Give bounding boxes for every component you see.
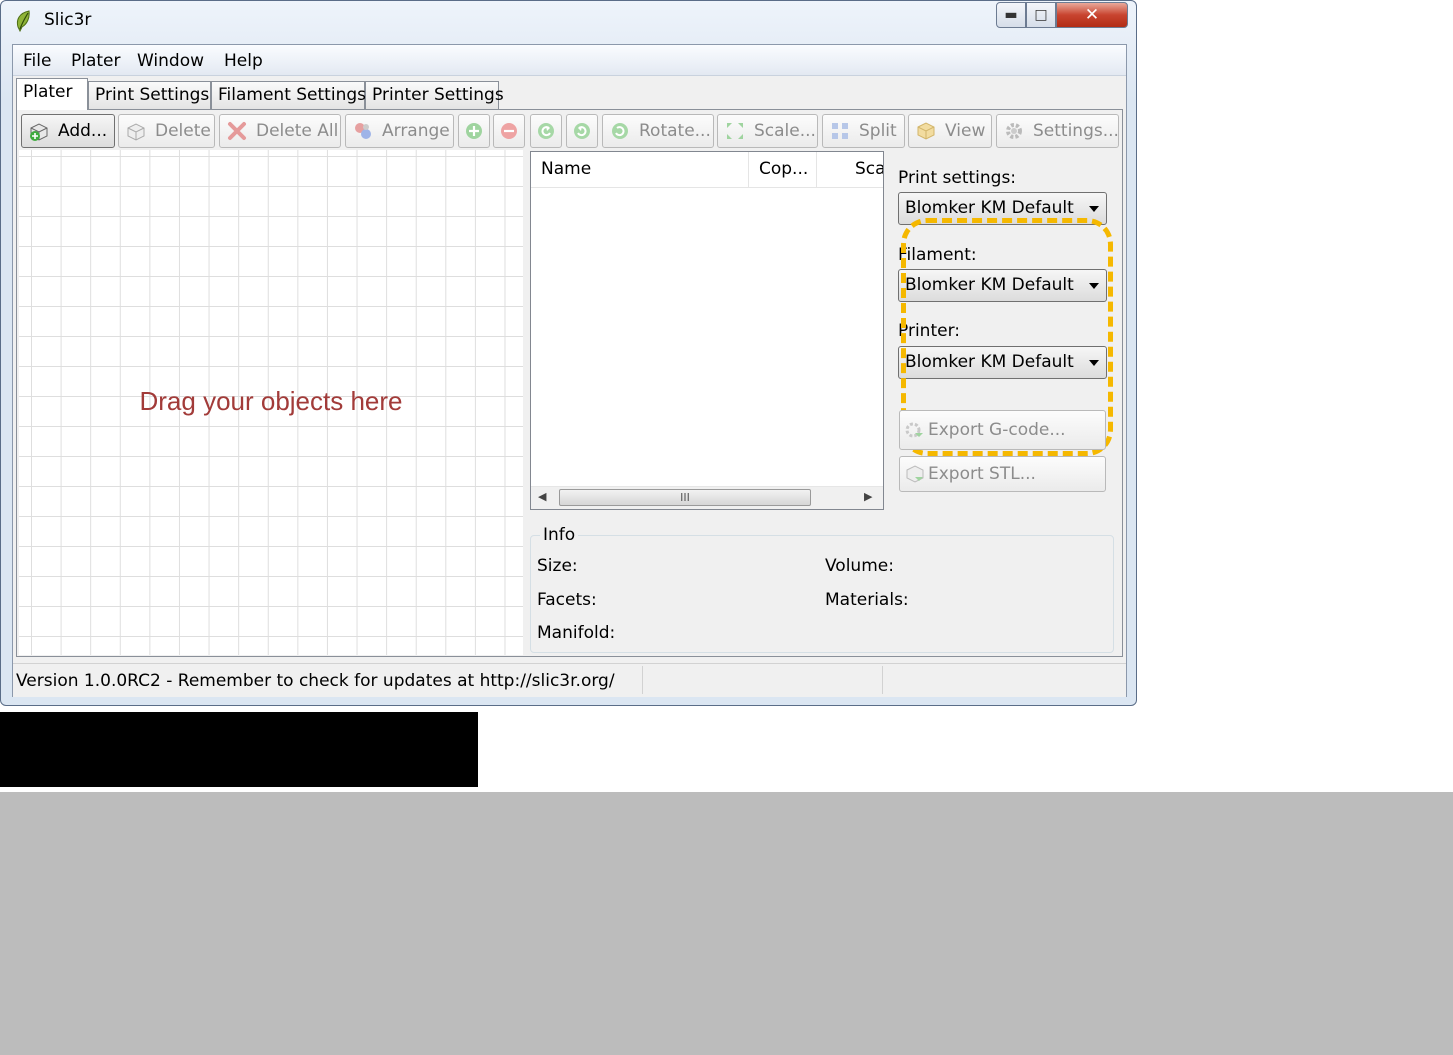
- build-plate-canvas[interactable]: Drag your objects here: [19, 150, 523, 655]
- minimize-button[interactable]: ▬: [996, 2, 1026, 28]
- tab-plater[interactable]: Plater: [16, 78, 88, 110]
- rotate-left-button[interactable]: [530, 114, 562, 148]
- arrange-label: Arrange: [382, 121, 450, 141]
- scroll-left-icon[interactable]: ◀: [538, 490, 546, 503]
- delete-all-button[interactable]: Delete All: [219, 114, 341, 148]
- export-stl-button[interactable]: Export STL...: [899, 456, 1106, 492]
- status-divider: [882, 666, 883, 694]
- scale-arrows-icon: [727, 123, 743, 139]
- export-gcode-button[interactable]: Export G-code...: [899, 410, 1106, 450]
- add-button[interactable]: Add...: [21, 114, 115, 148]
- split-label: Split: [859, 121, 897, 141]
- print-settings-value: Blomker KM Default: [905, 198, 1074, 218]
- drag-hint: Drag your objects here: [139, 386, 403, 416]
- info-facets-label: Facets:: [537, 590, 597, 610]
- arrange-icon: [355, 123, 371, 139]
- scroll-right-icon[interactable]: ▶: [864, 490, 872, 503]
- column-name[interactable]: Name: [531, 152, 749, 187]
- scale-label: Scale...: [754, 121, 816, 141]
- add-object-icon: [30, 123, 48, 141]
- close-button[interactable]: ✕: [1056, 2, 1128, 28]
- rotate-right-button[interactable]: [566, 114, 598, 148]
- decrease-copies-button[interactable]: [493, 114, 525, 148]
- export-gear-icon: [905, 422, 923, 438]
- app-window: Slic3r ▬ □ ✕ File Plater Window Help Pla…: [0, 0, 1137, 706]
- rotate-right-icon: [574, 123, 590, 139]
- window-controls: ▬ □ ✕: [996, 2, 1128, 30]
- print-settings-label: Print settings:: [898, 168, 1017, 188]
- object-list[interactable]: Name Cop... Sca ◀ III ▶: [530, 151, 884, 510]
- view-cube-icon: [917, 122, 935, 140]
- info-volume-label: Volume:: [825, 556, 894, 576]
- delete-object-icon: [127, 123, 145, 141]
- arrange-button[interactable]: Arrange: [345, 114, 454, 148]
- tab-printer-settings[interactable]: Printer Settings: [365, 81, 504, 109]
- tab-filament-settings[interactable]: Filament Settings: [211, 81, 366, 109]
- split-icon: [832, 123, 848, 139]
- rotate-label: Rotate...: [639, 121, 711, 141]
- menu-help[interactable]: Help: [224, 51, 263, 71]
- tab-print-settings[interactable]: Print Settings: [88, 81, 211, 109]
- add-label: Add...: [58, 121, 108, 141]
- status-divider: [642, 666, 643, 694]
- background-band: [0, 792, 1453, 1055]
- title-bar[interactable]: Slic3r ▬ □ ✕: [1, 1, 1136, 41]
- info-title: Info: [540, 525, 579, 545]
- scroll-thumb[interactable]: III: [559, 489, 811, 506]
- window-title: Slic3r: [44, 10, 92, 30]
- split-button[interactable]: Split: [822, 114, 905, 148]
- scale-button[interactable]: Scale...: [717, 114, 818, 148]
- minimize-icon: ▬: [1004, 7, 1018, 23]
- minus-circle-icon: [501, 123, 517, 139]
- object-list-header: Name Cop... Sca: [531, 152, 883, 188]
- export-cube-icon: [906, 465, 924, 483]
- settings-button[interactable]: Settings...: [996, 114, 1119, 148]
- status-text: Version 1.0.0RC2 - Remember to check for…: [16, 671, 615, 691]
- menu-window[interactable]: Window: [137, 51, 204, 71]
- slic3r-logo-icon: [16, 10, 30, 32]
- increase-copies-button[interactable]: [458, 114, 490, 148]
- export-gcode-label: Export G-code...: [928, 420, 1066, 440]
- gear-icon: [1006, 123, 1022, 139]
- view-button[interactable]: View: [908, 114, 992, 148]
- rotate-button[interactable]: Rotate...: [602, 114, 714, 148]
- delete-all-label: Delete All: [256, 121, 339, 141]
- rotate-left-icon: [538, 123, 554, 139]
- chevron-down-icon: [1089, 206, 1099, 212]
- close-icon: ✕: [1084, 5, 1100, 25]
- settings-label: Settings...: [1033, 121, 1119, 141]
- view-label: View: [945, 121, 986, 141]
- plater-panel: Add... Delete Delete All Arrange Rotate.…: [16, 109, 1123, 657]
- info-manifold-label: Manifold:: [537, 623, 616, 643]
- rotate-icon: [612, 123, 628, 139]
- menu-file[interactable]: File: [23, 51, 51, 71]
- maximize-icon: □: [1034, 7, 1048, 23]
- maximize-button[interactable]: □: [1026, 2, 1056, 28]
- client-area: File Plater Window Help Plater Print Set…: [12, 44, 1127, 697]
- menu-plater[interactable]: Plater: [71, 51, 121, 71]
- info-size-label: Size:: [537, 556, 578, 576]
- menu-bar: File Plater Window Help: [13, 45, 1126, 76]
- info-group: Info Size: Volume: Facets: Materials: Ma…: [530, 525, 1114, 653]
- column-scale[interactable]: Sca: [817, 152, 883, 187]
- plus-circle-icon: [466, 123, 482, 139]
- delete-all-x-icon: [228, 122, 246, 140]
- delete-button[interactable]: Delete: [118, 114, 215, 148]
- delete-label: Delete: [155, 121, 211, 141]
- redaction-block: [0, 712, 478, 787]
- horizontal-scrollbar[interactable]: ◀ III ▶: [531, 486, 883, 509]
- status-bar: Version 1.0.0RC2 - Remember to check for…: [13, 663, 1126, 697]
- column-copies[interactable]: Cop...: [749, 152, 817, 187]
- export-stl-label: Export STL...: [928, 464, 1036, 484]
- info-materials-label: Materials:: [825, 590, 909, 610]
